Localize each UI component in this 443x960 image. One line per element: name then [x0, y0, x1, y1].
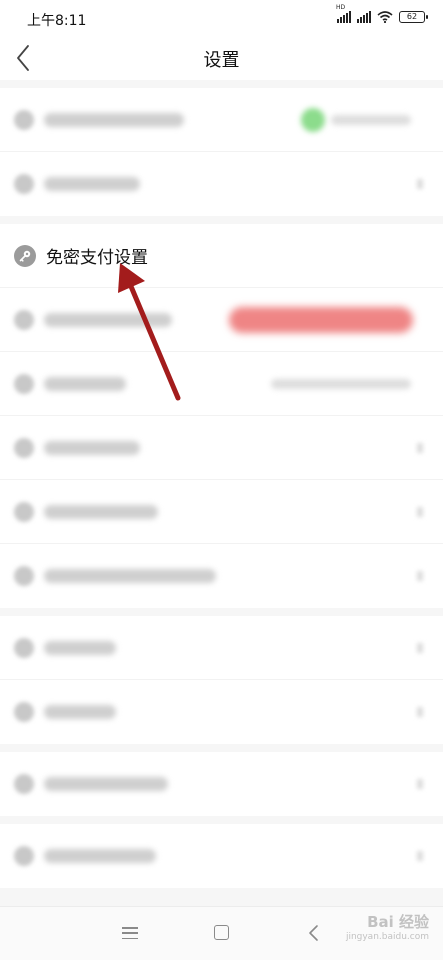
blurred-icon [14, 437, 34, 458]
settings-row-blurred[interactable] [0, 680, 443, 744]
chevron-right-icon [417, 506, 423, 517]
blurred-icon [14, 846, 34, 866]
settings-row-blurred[interactable] [0, 88, 443, 152]
blurred-label [44, 640, 116, 655]
settings-group-2: 免密支付设置 [0, 224, 443, 608]
blurred-icon [14, 774, 34, 794]
signal-icon-2 [357, 11, 371, 23]
blurred-icon [14, 174, 34, 194]
settings-group-4 [0, 752, 443, 816]
settings-group-1 [0, 88, 443, 216]
highlight-pill [229, 306, 413, 333]
signal-icon-1: HD [336, 4, 351, 23]
blurred-icon [14, 373, 34, 394]
blurred-label [44, 705, 116, 719]
blurred-label [44, 376, 126, 391]
chevron-right-icon [417, 642, 423, 653]
system-back-button[interactable] [306, 923, 322, 943]
settings-row-blurred[interactable] [0, 152, 443, 216]
settings-row-blurred[interactable] [0, 824, 443, 888]
toggle-indicator [301, 107, 325, 132]
blurred-label [44, 777, 168, 791]
status-icons: HD 62 [336, 4, 428, 23]
blurred-label [44, 440, 140, 455]
chevron-right-icon [417, 442, 423, 453]
settings-row-blurred[interactable] [0, 752, 443, 816]
watermark: Bai 经验 jingyan.baidu.com [346, 911, 429, 942]
watermark-sub: jingyan.baidu.com [345, 932, 429, 942]
status-time: 上午8:11 [27, 13, 87, 29]
status-bar: 上午8:11 HD 62 [0, 0, 443, 36]
chevron-right-icon [417, 179, 423, 189]
key-icon [14, 244, 36, 267]
blurred-label [44, 312, 172, 327]
settings-row-blurred[interactable] [0, 616, 443, 680]
settings-row-blurred[interactable] [0, 480, 443, 544]
settings-row-blurred[interactable] [0, 288, 443, 352]
settings-list: 免密支付设置 [0, 88, 443, 896]
battery-icon: 62 [399, 11, 428, 23]
blurred-icon [14, 637, 34, 658]
home-button[interactable] [214, 925, 229, 940]
blurred-icon [14, 566, 34, 586]
chevron-right-icon [417, 707, 423, 717]
menu-button[interactable] [122, 925, 138, 941]
nav-bar: 设置 [0, 36, 443, 80]
blurred-icon [14, 309, 34, 330]
blurred-icon [14, 501, 34, 522]
blurred-label [44, 849, 156, 863]
hd-label: HD [336, 4, 346, 11]
blurred-value [271, 378, 411, 389]
settings-row-blurred[interactable] [0, 416, 443, 480]
settings-group-3 [0, 616, 443, 744]
blurred-label [44, 504, 158, 519]
password-free-payment-row[interactable]: 免密支付设置 [0, 224, 443, 288]
wifi-icon [377, 11, 393, 23]
settings-group-5 [0, 824, 443, 888]
blurred-icon [14, 702, 34, 722]
settings-row-blurred[interactable] [0, 544, 443, 608]
blurred-label [44, 177, 140, 191]
chevron-right-icon [417, 851, 423, 861]
blurred-label [44, 569, 216, 583]
watermark-main: Bai 经验 [367, 913, 429, 931]
chevron-right-icon [417, 779, 423, 789]
page-title: 设置 [203, 50, 240, 71]
blurred-value [331, 114, 411, 125]
blurred-icon [14, 109, 34, 130]
system-nav-bar: Bai 经验 jingyan.baidu.com [0, 906, 443, 960]
password-free-payment-label: 免密支付设置 [46, 248, 148, 268]
blurred-label [44, 112, 184, 127]
settings-row-blurred[interactable] [0, 352, 443, 416]
chevron-right-icon [417, 571, 423, 581]
